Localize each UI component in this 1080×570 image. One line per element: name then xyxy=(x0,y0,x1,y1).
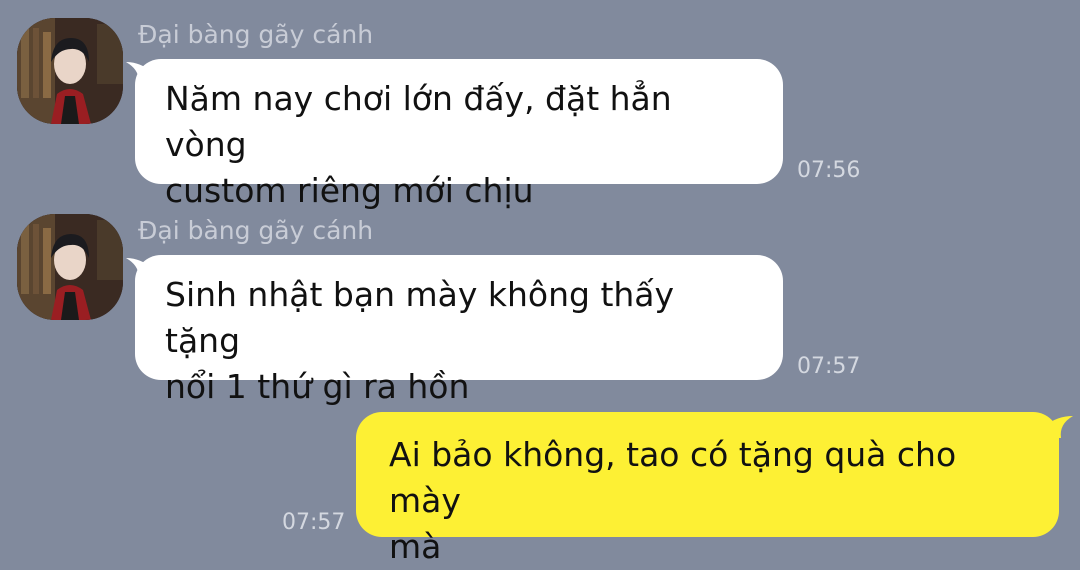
avatar[interactable] xyxy=(17,18,123,124)
chat-area: Đại bàng gãy cánh Năm nay chơi lớn đấy, … xyxy=(0,0,1080,566)
message-bubble[interactable]: Năm nay chơi lớn đấy, đặt hẳn vòng custo… xyxy=(135,59,783,210)
avatar-photo-icon xyxy=(17,214,123,320)
message-line: Năm nay chơi lớn đấy, đặt hẳn vòng xyxy=(165,79,672,164)
avatar-photo-icon xyxy=(17,18,123,124)
message-line: nổi 1 thứ gì ra hồn xyxy=(165,367,470,406)
sender-name: Đại bàng gãy cánh xyxy=(138,20,374,49)
message-line: Ai bảo không, tao có tặng quà cho mày xyxy=(389,435,957,520)
message-line: Sinh nhật bạn mày không thấy tặng xyxy=(165,275,675,360)
sender-name: Đại bàng gãy cánh xyxy=(138,216,374,245)
message-time: 07:57 xyxy=(282,510,346,535)
bubble-tail xyxy=(1045,416,1073,438)
message-time: 07:57 xyxy=(797,354,861,379)
message-bubble[interactable]: Sinh nhật bạn mày không thấy tặng nổi 1 … xyxy=(135,255,783,406)
message-time: 07:56 xyxy=(797,158,861,183)
message-line: mà xyxy=(389,527,442,566)
avatar[interactable] xyxy=(17,214,123,320)
message-bubble[interactable]: Ai bảo không, tao có tặng quà cho mày mà xyxy=(356,412,1059,566)
message-line: custom riêng mới chịu xyxy=(165,171,534,210)
